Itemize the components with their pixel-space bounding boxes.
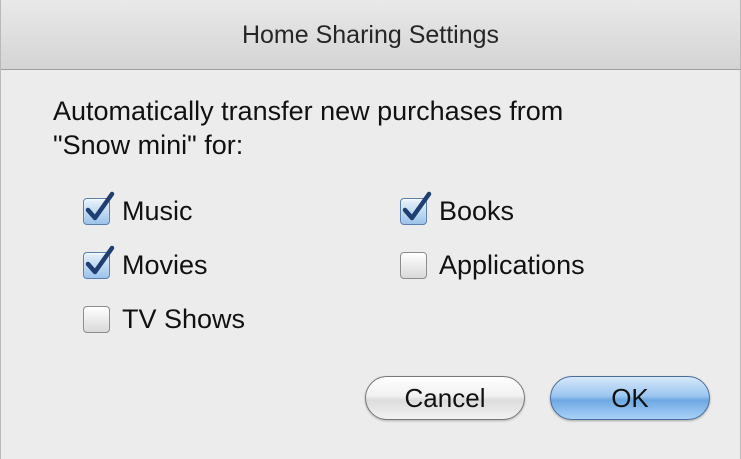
books-label: Books [439,195,515,226]
prompt-line-1: Automatically transfer new purchases fro… [53,96,564,126]
applications-label: Applications [439,249,585,280]
music-checkbox[interactable] [83,191,115,225]
checkmark-icon [85,245,115,274]
option-movies[interactable]: Movies [83,245,208,283]
option-tv-shows[interactable]: TV Shows [83,301,245,337]
checkmark-icon [402,191,432,220]
books-checkbox[interactable] [400,191,432,225]
prompt-line-2: "Snow mini" for: [53,130,244,160]
dialog-title: Home Sharing Settings [241,21,500,49]
movies-checkbox[interactable] [83,245,115,279]
option-music[interactable]: Music [83,191,193,229]
home-sharing-settings-dialog: Home Sharing Settings Automatically tran… [0,0,741,459]
checkmark-icon [85,191,115,220]
movies-label: Movies [122,249,208,280]
option-applications[interactable]: Applications [400,247,585,283]
tv-shows-checkbox[interactable] [83,305,110,333]
title-bar: Home Sharing Settings [1,0,740,70]
prompt-text: Automatically transfer new purchases fro… [53,94,703,162]
applications-checkbox[interactable] [400,251,427,279]
tv-shows-label: TV Shows [122,303,246,334]
option-books[interactable]: Books [400,191,515,229]
ok-button[interactable]: OK [550,376,710,420]
cancel-button[interactable]: Cancel [365,376,525,420]
music-label: Music [122,195,193,226]
